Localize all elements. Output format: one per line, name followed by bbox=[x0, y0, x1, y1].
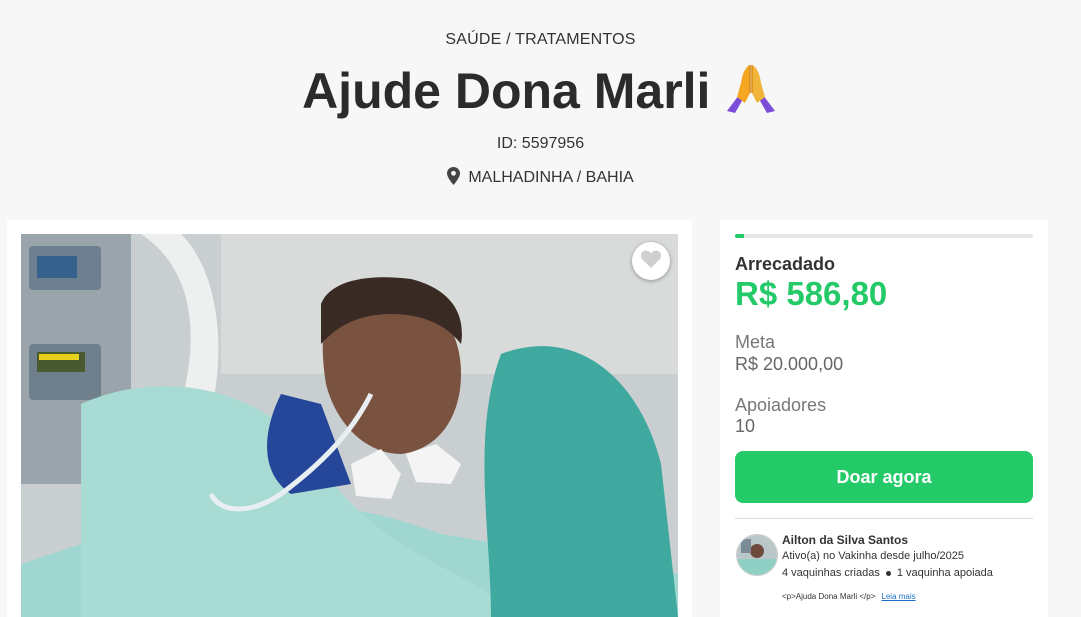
raised-label: Arrecadado bbox=[735, 254, 836, 274]
progress-fill bbox=[735, 234, 744, 238]
location-text: MALHADINHA / BAHIA bbox=[468, 169, 634, 186]
read-more-link[interactable]: Leia mais bbox=[881, 592, 915, 601]
progress-bar bbox=[735, 234, 1033, 238]
campaign-photo bbox=[21, 234, 678, 617]
raised-amount: R$ 586,80 bbox=[735, 275, 888, 312]
location: MALHADINHA / BAHIA bbox=[0, 167, 1081, 190]
excerpt-text: <p>Ajuda Dona Marli </p> bbox=[782, 592, 876, 601]
creator-name[interactable]: Ailton da Silva Santos bbox=[782, 533, 908, 547]
creator-since: Ativo(a) no Vakinha desde julho/2025 bbox=[782, 550, 965, 562]
donation-card: Arrecadado R$ 586,80 Meta R$ 20.000,00 A… bbox=[720, 220, 1048, 617]
creator-stats: 4 vaquinhas criadas 1 vaquinha apoiada bbox=[782, 567, 993, 579]
heart-icon bbox=[640, 249, 662, 274]
separator-dot bbox=[885, 570, 891, 576]
category-breadcrumb[interactable]: SAÚDE / TRATAMENTOS bbox=[0, 31, 1081, 49]
divider bbox=[735, 518, 1033, 519]
campaigns-created: 4 vaquinhas criadas bbox=[782, 567, 880, 579]
supporters-label: Apoiadores bbox=[735, 395, 827, 415]
favorite-button[interactable] bbox=[632, 242, 670, 280]
praying-hands-icon bbox=[723, 61, 779, 115]
avatar[interactable] bbox=[736, 534, 778, 576]
supporters-count: 10 bbox=[735, 416, 756, 436]
description-excerpt: <p>Ajuda Dona Marli </p> Leia mais bbox=[782, 592, 916, 601]
campaign-id: ID: 5597956 bbox=[496, 135, 585, 152]
goal-amount: R$ 20.000,00 bbox=[735, 354, 844, 374]
page-title: Ajude Dona Marli bbox=[302, 63, 711, 119]
campaigns-supported: 1 vaquinha apoiada bbox=[896, 567, 993, 579]
title-row: Ajude Dona Marli bbox=[0, 62, 1081, 120]
map-pin-icon bbox=[447, 167, 461, 190]
donate-button[interactable]: Doar agora bbox=[735, 451, 1033, 503]
goal-label: Meta bbox=[735, 332, 776, 352]
media-card bbox=[7, 220, 692, 617]
